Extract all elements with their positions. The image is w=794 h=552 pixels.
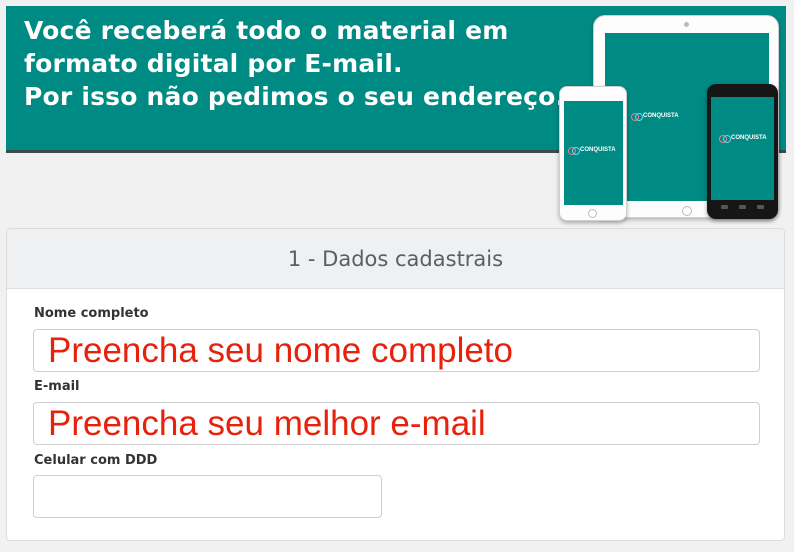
logo-mark-icon	[631, 113, 643, 121]
banner-line-3: Por isso não pedimos o seu endereço.	[24, 82, 566, 111]
phone-label: Celular com DDD	[34, 453, 158, 468]
logo-mark-icon	[719, 135, 731, 143]
phone-input[interactable]	[33, 475, 382, 518]
white-phone-home-button	[588, 209, 597, 218]
email-input[interactable]: Preencha seu melhor e-mail	[33, 402, 760, 445]
white-phone-image: CONQUISTA	[559, 86, 627, 221]
banner-line-2: formato digital por E-mail.	[24, 49, 403, 78]
registration-form-card: 1 - Dados cadastrais Nome completo Preen…	[6, 228, 785, 541]
tablet-home-button	[682, 206, 692, 216]
full-name-input[interactable]: Preencha seu nome completo	[33, 329, 760, 372]
logo-text: CONQUISTA	[643, 113, 679, 119]
email-label: E-mail	[34, 379, 80, 394]
black-phone-screen: CONQUISTA	[711, 97, 774, 200]
full-name-placeholder: Preencha seu nome completo	[48, 331, 513, 370]
logo-mark-icon	[568, 147, 580, 155]
conquista-logo: CONQUISTA	[568, 147, 616, 155]
conquista-logo: CONQUISTA	[631, 113, 679, 121]
logo-text: CONQUISTA	[731, 135, 767, 141]
full-name-label: Nome completo	[34, 306, 149, 321]
conquista-logo: CONQUISTA	[719, 135, 767, 143]
banner-message: Você receberá todo o material em formato…	[24, 14, 565, 113]
banner-line-1: Você receberá todo o material em	[24, 16, 509, 45]
tablet-camera	[684, 22, 689, 27]
section-title: 1 - Dados cadastrais	[7, 229, 784, 289]
black-phone-image: CONQUISTA	[707, 84, 778, 219]
logo-text: CONQUISTA	[580, 147, 616, 153]
white-phone-screen: CONQUISTA	[564, 101, 623, 205]
black-phone-nav-keys	[721, 205, 764, 211]
email-placeholder: Preencha seu melhor e-mail	[48, 404, 486, 443]
